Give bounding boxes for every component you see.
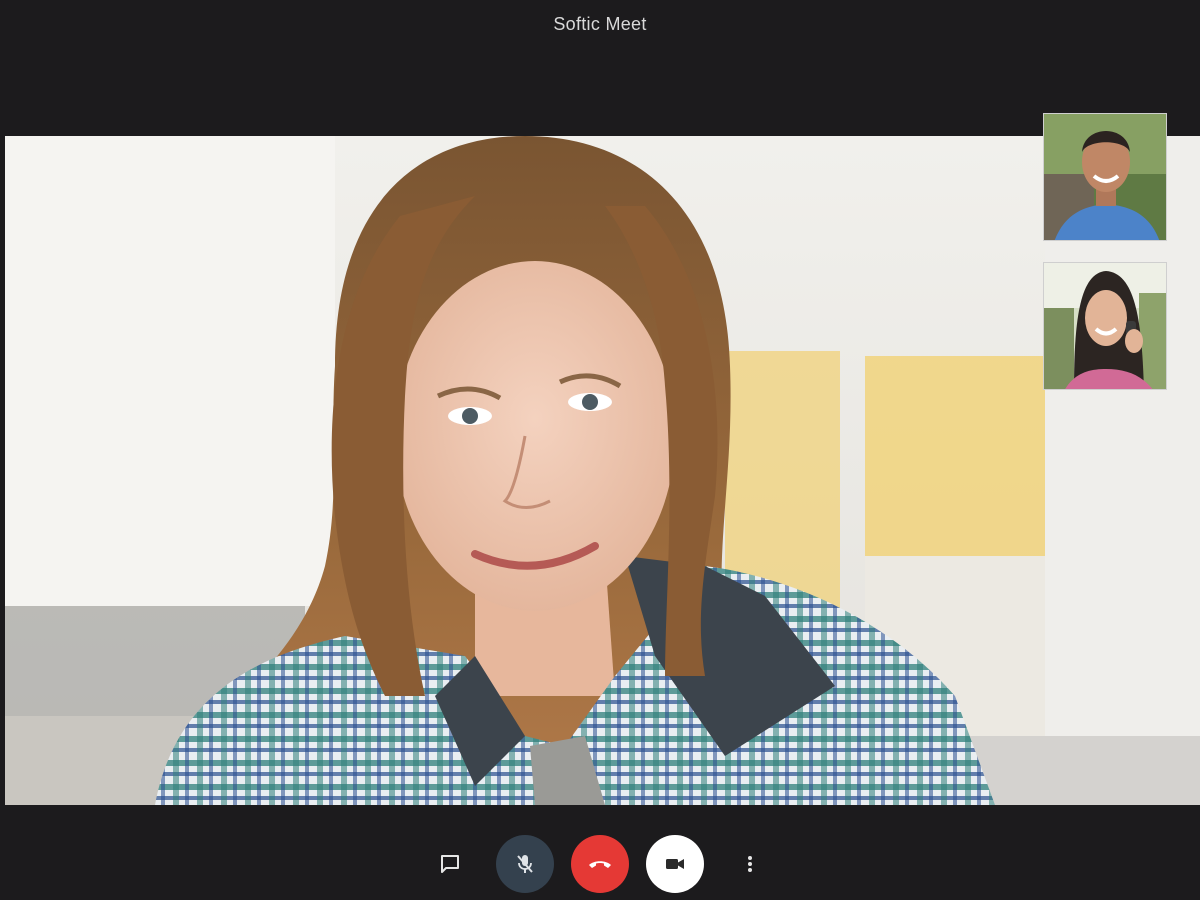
mic-off-icon — [517, 855, 533, 873]
more-options-button[interactable] — [721, 835, 779, 893]
participant-thumbnail-woman[interactable] — [1043, 262, 1167, 390]
chat-button[interactable] — [421, 835, 479, 893]
video-call-window: Softic Meet — [0, 0, 1200, 900]
call-controls-bar — [0, 830, 1200, 900]
mute-microphone-button[interactable] — [496, 835, 554, 893]
toggle-camera-button[interactable] — [646, 835, 704, 893]
chat-icon — [441, 855, 459, 873]
hangup-icon — [589, 861, 611, 868]
videocam-icon — [666, 859, 684, 869]
end-call-button[interactable] — [571, 835, 629, 893]
participant-thumbnail-man[interactable] — [1043, 113, 1167, 241]
main-participant-video — [5, 136, 1200, 805]
app-title: Softic Meet — [553, 14, 647, 34]
more-vertical-icon — [748, 856, 752, 872]
